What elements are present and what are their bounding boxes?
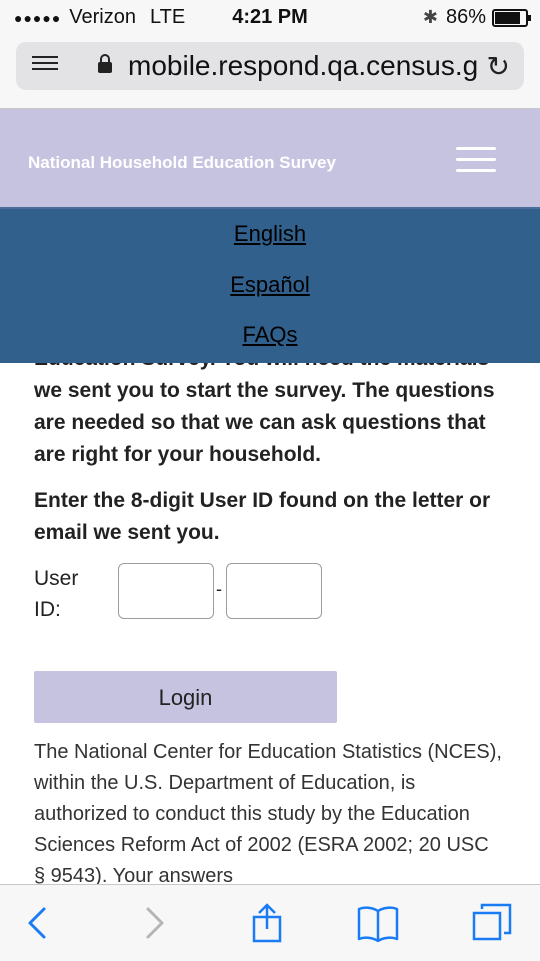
battery-fill <box>495 11 520 24</box>
userid-row: User ID: - <box>34 563 504 625</box>
login-button[interactable]: Login <box>34 671 337 723</box>
userid-part2-input[interactable] <box>226 563 322 619</box>
address-bar[interactable]: mobile.respond.qa.census.g ↻ <box>16 42 524 90</box>
nav-link-faqs[interactable]: FAQs <box>0 322 540 348</box>
refresh-icon[interactable]: ↻ <box>487 50 510 83</box>
legal-text: The National Center for Education Statis… <box>34 741 502 887</box>
status-right: ✱ 86% <box>422 6 531 29</box>
status-bar: ●●●●● Verizon LTE 4:21 PM ✱ 86% <box>0 0 540 36</box>
userid-separator: - <box>216 579 222 599</box>
site-header: National Household Education Survey <box>0 109 540 207</box>
userid-label: User ID: <box>34 567 79 621</box>
forward-icon[interactable] <box>132 903 176 943</box>
hamburger-menu-icon[interactable] <box>456 147 496 177</box>
lock-icon <box>98 54 112 73</box>
instruction-text: Enter the 8-digit User ID found on the l… <box>34 489 491 544</box>
site-title: National Household Education Survey <box>28 153 336 172</box>
bottom-toolbar <box>0 884 540 961</box>
nav-menu: English Español FAQs <box>0 207 540 363</box>
nav-link-espanol[interactable]: Español <box>0 272 540 298</box>
share-icon[interactable] <box>246 903 290 943</box>
browser-toolbar: mobile.respond.qa.census.g ↻ <box>0 36 540 109</box>
userid-part1-input[interactable] <box>118 563 214 619</box>
nav-link-english[interactable]: English <box>0 221 540 247</box>
battery-nub <box>528 14 531 21</box>
battery-icon <box>492 8 531 27</box>
url-text[interactable]: mobile.respond.qa.census.g <box>128 50 488 82</box>
reader-view-icon[interactable] <box>32 56 58 76</box>
battery-percent: 86% <box>445 6 486 28</box>
back-icon[interactable] <box>18 903 62 943</box>
tabs-icon[interactable] <box>470 903 514 943</box>
main-content: Education Survey. You will need the mate… <box>34 343 504 625</box>
bluetooth-icon: ✱ <box>422 7 438 27</box>
bookmarks-icon[interactable] <box>356 903 400 943</box>
